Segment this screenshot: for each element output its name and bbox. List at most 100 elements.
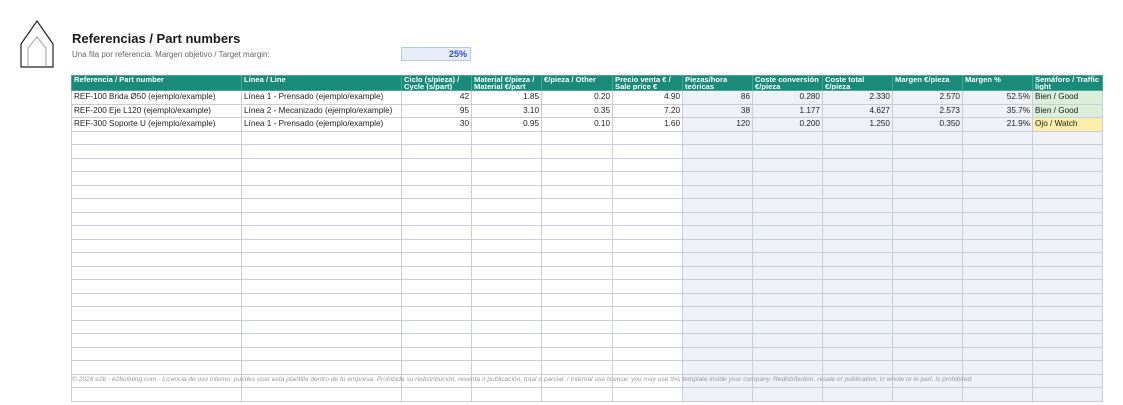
empty-cell[interactable]: [471, 319, 542, 334]
empty-cell[interactable]: [822, 225, 893, 240]
empty-cell[interactable]: [401, 279, 472, 294]
empty-cell[interactable]: [1032, 252, 1103, 267]
empty-cell[interactable]: [892, 319, 963, 334]
empty-cell[interactable]: [71, 252, 242, 267]
table-cell[interactable]: 95: [401, 103, 472, 118]
empty-cell[interactable]: [822, 211, 893, 226]
empty-cell[interactable]: [752, 184, 823, 199]
table-cell[interactable]: 1.250: [822, 117, 893, 132]
empty-cell[interactable]: [962, 306, 1033, 321]
empty-cell[interactable]: [1032, 211, 1103, 226]
empty-cell[interactable]: [401, 346, 472, 361]
empty-cell[interactable]: [401, 198, 472, 213]
empty-cell[interactable]: [71, 157, 242, 172]
empty-cell[interactable]: [541, 306, 613, 321]
empty-cell[interactable]: [752, 171, 823, 186]
empty-cell[interactable]: [612, 346, 683, 361]
table-cell[interactable]: 1.85: [471, 90, 542, 105]
empty-cell[interactable]: [541, 319, 613, 334]
empty-cell[interactable]: [752, 306, 823, 321]
empty-cell[interactable]: [612, 198, 683, 213]
empty-cell[interactable]: [752, 333, 823, 348]
column-header[interactable]: Semáforo / Traffic light: [1032, 75, 1103, 91]
empty-cell[interactable]: [401, 171, 472, 186]
empty-cell[interactable]: [71, 198, 242, 213]
empty-cell[interactable]: [541, 225, 613, 240]
empty-cell[interactable]: [612, 306, 683, 321]
empty-cell[interactable]: [962, 157, 1033, 172]
table-cell[interactable]: 86: [682, 90, 753, 105]
empty-cell[interactable]: [241, 346, 402, 361]
empty-cell[interactable]: [1032, 157, 1103, 172]
empty-cell[interactable]: [962, 211, 1033, 226]
empty-cell[interactable]: [1032, 319, 1103, 334]
empty-cell[interactable]: [682, 238, 753, 253]
empty-cell[interactable]: [1032, 387, 1103, 402]
table-cell[interactable]: 0.95: [471, 117, 542, 132]
empty-cell[interactable]: [471, 184, 542, 199]
empty-cell[interactable]: [682, 333, 753, 348]
empty-cell[interactable]: [401, 387, 472, 402]
column-header[interactable]: Precio venta € / Sale price €: [612, 75, 683, 91]
empty-cell[interactable]: [241, 279, 402, 294]
empty-cell[interactable]: [682, 211, 753, 226]
empty-cell[interactable]: [471, 171, 542, 186]
column-header[interactable]: €/pieza / Other: [541, 75, 613, 91]
table-cell[interactable]: 1.177: [752, 103, 823, 118]
empty-cell[interactable]: [892, 292, 963, 307]
empty-cell[interactable]: [401, 144, 472, 159]
empty-cell[interactable]: [401, 225, 472, 240]
empty-cell[interactable]: [892, 346, 963, 361]
empty-cell[interactable]: [541, 252, 613, 267]
empty-cell[interactable]: [471, 265, 542, 280]
table-cell[interactable]: 7.20: [612, 103, 683, 118]
empty-cell[interactable]: [962, 360, 1033, 375]
table-cell[interactable]: Línea 1 - Prensado (ejemplo/example): [241, 117, 402, 132]
column-header[interactable]: Margen €/pieza: [892, 75, 963, 91]
empty-cell[interactable]: [541, 157, 613, 172]
table-cell[interactable]: 42: [401, 90, 472, 105]
empty-cell[interactable]: [962, 130, 1033, 145]
empty-cell[interactable]: [471, 279, 542, 294]
column-header[interactable]: Línea / Line: [241, 75, 402, 91]
empty-cell[interactable]: [541, 238, 613, 253]
empty-cell[interactable]: [71, 292, 242, 307]
table-cell[interactable]: 38: [682, 103, 753, 118]
empty-cell[interactable]: [682, 292, 753, 307]
table-cell[interactable]: Bien / Good: [1032, 103, 1103, 118]
empty-cell[interactable]: [541, 184, 613, 199]
empty-cell[interactable]: [892, 198, 963, 213]
empty-cell[interactable]: [71, 333, 242, 348]
empty-cell[interactable]: [962, 225, 1033, 240]
empty-cell[interactable]: [682, 279, 753, 294]
empty-cell[interactable]: [962, 333, 1033, 348]
empty-cell[interactable]: [752, 157, 823, 172]
table-cell[interactable]: 120: [682, 117, 753, 132]
empty-cell[interactable]: [471, 238, 542, 253]
empty-cell[interactable]: [752, 211, 823, 226]
empty-cell[interactable]: [682, 171, 753, 186]
empty-cell[interactable]: [962, 373, 1033, 388]
table-cell[interactable]: 0.200: [752, 117, 823, 132]
empty-cell[interactable]: [962, 238, 1033, 253]
table-cell[interactable]: REF-100 Brida Ø50 (ejemplo/example): [71, 90, 242, 105]
empty-cell[interactable]: [241, 157, 402, 172]
empty-cell[interactable]: [241, 238, 402, 253]
empty-cell[interactable]: [822, 360, 893, 375]
empty-cell[interactable]: [822, 252, 893, 267]
empty-cell[interactable]: [541, 198, 613, 213]
table-cell[interactable]: 0.280: [752, 90, 823, 105]
empty-cell[interactable]: [471, 144, 542, 159]
empty-cell[interactable]: [1032, 130, 1103, 145]
empty-cell[interactable]: [1032, 198, 1103, 213]
empty-cell[interactable]: [541, 211, 613, 226]
empty-cell[interactable]: [612, 238, 683, 253]
empty-cell[interactable]: [471, 360, 542, 375]
empty-cell[interactable]: [892, 387, 963, 402]
empty-cell[interactable]: [1032, 373, 1103, 388]
table-cell[interactable]: 35.7%: [962, 103, 1033, 118]
empty-cell[interactable]: [71, 279, 242, 294]
empty-cell[interactable]: [71, 171, 242, 186]
column-header[interactable]: Piezas/hora teóricas: [682, 75, 753, 91]
table-cell[interactable]: 2.570: [892, 90, 963, 105]
